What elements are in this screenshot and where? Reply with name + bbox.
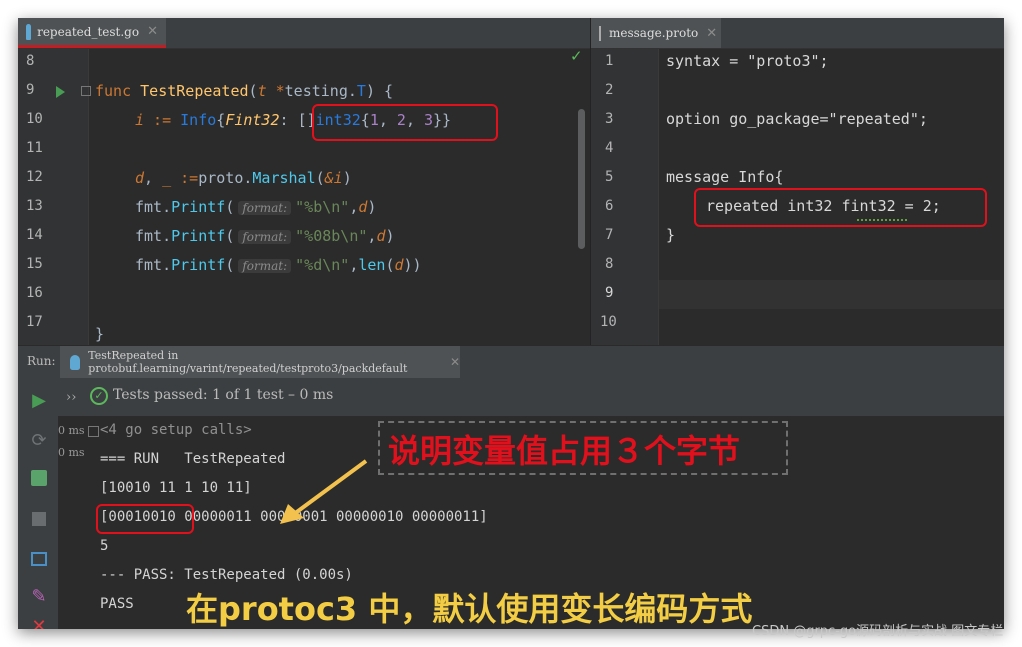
current-line-highlight xyxy=(659,280,1004,309)
tab-repeated-test-go[interactable]: repeated_test.go ✕ xyxy=(18,18,166,48)
rerun-failed-icon[interactable]: ⟳ xyxy=(28,430,50,452)
code-line-13: fmt.Printf(format: "%b\n",d) xyxy=(135,198,377,216)
line-number: 1 xyxy=(605,53,614,69)
left-scrollbar[interactable] xyxy=(578,109,585,249)
line-number: 10 xyxy=(600,314,617,330)
line-number: 8 xyxy=(26,53,35,69)
code-line-15: fmt.Printf(format: "%d\n",len(d)) xyxy=(135,256,422,274)
time-badge: 0 ms xyxy=(58,424,85,437)
console-line: === RUN TestRepeated xyxy=(100,451,286,467)
fold-marker-icon[interactable] xyxy=(81,86,91,96)
time-badge: 0 ms xyxy=(58,446,85,459)
highlight-first-byte xyxy=(96,504,194,534)
line-number: 3 xyxy=(605,111,614,127)
file-icon xyxy=(599,25,601,41)
tab-label: repeated_test.go xyxy=(37,24,140,39)
callout-arrow xyxy=(280,459,368,524)
code-line-12: d, _ :=proto.Marshal(&i) xyxy=(135,169,352,187)
tab-label: message.proto xyxy=(609,26,699,40)
line-number: 16 xyxy=(26,285,43,301)
console-line: PASS xyxy=(100,596,134,612)
highlight-slice-literal xyxy=(312,104,498,141)
close-tab-icon[interactable]: ✕ xyxy=(706,26,717,41)
proto-line-3: option go_package="repeated"; xyxy=(666,110,928,128)
gopher-file-icon xyxy=(26,23,32,40)
param-hint: format: xyxy=(238,259,292,273)
proto-line-1: syntax = "proto3"; xyxy=(666,52,829,70)
test-status-text: Tests passed: 1 of 1 test – 0 ms xyxy=(113,387,334,403)
close-tab-icon[interactable]: ✕ xyxy=(147,24,158,39)
bottom-note: 在protoc3 中，默认使用变长编码方式 xyxy=(186,590,753,628)
line-number: 9 xyxy=(605,285,614,301)
run-config-tab[interactable]: TestRepeated in protobuf.learning/varint… xyxy=(60,346,460,378)
line-number: 9 xyxy=(26,82,35,98)
line-number: 14 xyxy=(26,227,43,243)
line-number: 12 xyxy=(26,169,43,185)
close-tab-icon[interactable]: ✕ xyxy=(450,355,460,369)
inspection-ok-icon[interactable]: ✓ xyxy=(570,49,583,65)
left-tab-bar: repeated_test.go ✕ xyxy=(18,18,590,49)
line-number: 7 xyxy=(605,227,614,243)
layout-icon[interactable] xyxy=(28,550,50,572)
expand-setup-icon[interactable] xyxy=(88,426,99,437)
passed-check-icon: ✓ xyxy=(90,387,108,405)
right-editor[interactable]: 1 2 3 4 5 6 7 8 9 10 syntax = "proto3"; … xyxy=(591,49,1004,345)
left-editor[interactable]: 8 9 10 11 12 13 14 15 16 17 ✓ func TestR… xyxy=(18,49,590,345)
pin-icon[interactable]: ✎ xyxy=(28,586,50,608)
right-tab-bar: message.proto ✕ xyxy=(591,18,1004,49)
line-number: 11 xyxy=(26,140,43,156)
close-icon[interactable]: ✕ xyxy=(28,616,50,629)
tab-message-proto[interactable]: message.proto ✕ xyxy=(591,18,721,48)
toggle-auto-test-icon[interactable] xyxy=(28,470,50,492)
console-line: <4 go setup calls> xyxy=(100,422,252,438)
right-gutter xyxy=(591,49,658,345)
param-hint: format: xyxy=(238,201,292,215)
line-number: 8 xyxy=(605,256,614,272)
proto-line-7: } xyxy=(666,226,676,244)
expand-chevron-icon[interactable]: ›› xyxy=(66,390,76,405)
watermark: CSDN @grpc-go源码剖析与实战 图文专栏 xyxy=(752,624,1004,639)
run-toolbar: ▶ ⟳ ✎ ✕ xyxy=(18,378,58,629)
code-line-9: func TestRepeated(t *testing.T) { xyxy=(95,82,394,100)
console-line: 5 xyxy=(100,538,109,554)
line-number: 10 xyxy=(26,111,43,127)
test-status-row: ›› ✓ Tests passed: 1 of 1 test – 0 ms xyxy=(58,378,1004,416)
console-output[interactable]: <4 go setup calls> === RUN TestRepeated … xyxy=(86,416,1004,629)
run-tool-window-header: Run: TestRepeated in protobuf.learning/v… xyxy=(18,345,1004,378)
line-number: 5 xyxy=(605,169,614,185)
param-hint: format: xyxy=(238,230,292,244)
callout-text: 说明变量值占用３个字节 xyxy=(388,432,741,470)
proto-line-5: message Info{ xyxy=(666,168,784,186)
line-number: 17 xyxy=(26,314,43,330)
stop-icon[interactable] xyxy=(28,510,50,532)
run-test-gutter-icon[interactable] xyxy=(56,86,65,98)
test-tree-panel[interactable]: 0 ms 0 ms xyxy=(58,416,86,629)
line-number: 4 xyxy=(605,140,614,156)
run-label: Run: xyxy=(27,354,56,368)
console-line: [10010 11 1 10 11] xyxy=(100,480,252,496)
ide-window: repeated_test.go ✕ 8 9 10 11 12 13 14 15… xyxy=(18,18,1004,629)
line-number: 2 xyxy=(605,82,614,98)
highlight-repeated-field xyxy=(694,188,987,227)
code-line-14: fmt.Printf(format: "%08b\n",d) xyxy=(135,227,395,245)
gopher-icon xyxy=(70,354,81,370)
run-config-label: TestRepeated in protobuf.learning/varint… xyxy=(88,349,408,375)
line-number: 13 xyxy=(26,198,43,214)
code-line-17: } xyxy=(95,325,105,343)
line-number: 6 xyxy=(605,198,614,214)
rerun-icon[interactable]: ▶ xyxy=(28,390,50,412)
console-line: --- PASS: TestRepeated (0.00s) xyxy=(100,567,353,583)
line-number: 15 xyxy=(26,256,43,272)
